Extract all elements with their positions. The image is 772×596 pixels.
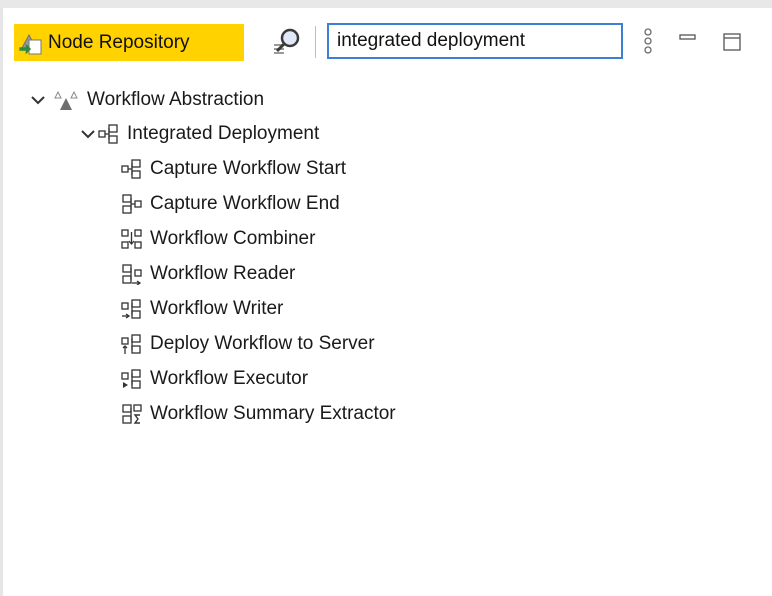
magnifier-search-icon (274, 28, 300, 54)
window-top-border (0, 0, 772, 8)
tree-item-label: Workflow Reader (150, 263, 296, 284)
tree-item-label: Workflow Executor (150, 368, 309, 389)
tab-node-repository[interactable]: Node Repository (14, 24, 244, 61)
tree-item-label: Workflow Summary Extractor (150, 403, 396, 424)
maximize-button[interactable] (720, 26, 746, 56)
tree-item-label: Capture Workflow End (150, 193, 340, 214)
capture-end-icon (121, 193, 143, 215)
tree-item-workflow-reader[interactable]: Workflow Reader (121, 258, 295, 290)
kebab-menu-icon (644, 28, 652, 54)
tree-item-label: Workflow Combiner (150, 228, 316, 249)
summary-extractor-icon (121, 403, 143, 425)
toolbar-separator (315, 26, 316, 58)
tree-item-label: Deploy Workflow to Server (150, 333, 375, 354)
deploy-icon (121, 333, 143, 355)
node-repository-icon (14, 24, 48, 61)
search-input[interactable] (327, 23, 623, 59)
tree-item-integrated-deployment[interactable]: Integrated Deployment (80, 118, 319, 150)
tree-item-workflow-combiner[interactable]: Workflow Combiner (121, 223, 315, 255)
tree-item-label: Workflow Abstraction (87, 89, 265, 110)
tree-item-capture-workflow-end[interactable]: Capture Workflow End (121, 188, 340, 220)
search-mode-button[interactable] (270, 24, 306, 60)
reader-icon (121, 263, 143, 286)
tree-item-workflow-executor[interactable]: Workflow Executor (121, 363, 308, 395)
workflow-node-icon (98, 123, 120, 145)
tree-item-workflow-writer[interactable]: Workflow Writer (121, 293, 283, 325)
tree-item-label: Workflow Writer (150, 298, 284, 319)
category-triangles-icon (52, 89, 80, 111)
maximize-icon (723, 33, 741, 51)
tree-item-label: Integrated Deployment (127, 123, 320, 144)
tree-item-workflow-abstraction[interactable]: Workflow Abstraction (30, 84, 264, 116)
window-left-border (0, 8, 3, 596)
combiner-icon (121, 228, 143, 250)
chevron-down-icon[interactable] (30, 92, 46, 108)
view-toolbar: Node Repository (8, 18, 767, 70)
view-menu-button[interactable] (641, 26, 655, 58)
tab-node-repository-label: Node Repository (48, 31, 190, 53)
minimize-button[interactable] (676, 26, 700, 56)
tree-item-workflow-summary-extractor[interactable]: Workflow Summary Extractor (121, 398, 396, 430)
tree-item-capture-workflow-start[interactable]: Capture Workflow Start (121, 153, 346, 185)
chevron-down-icon[interactable] (80, 126, 96, 142)
minimize-icon (679, 34, 696, 40)
tree-item-label: Capture Workflow Start (150, 158, 347, 179)
capture-start-icon (121, 158, 143, 180)
tree-item-deploy-workflow-to-server[interactable]: Deploy Workflow to Server (121, 328, 375, 360)
executor-icon (121, 368, 143, 390)
writer-icon (121, 298, 143, 320)
